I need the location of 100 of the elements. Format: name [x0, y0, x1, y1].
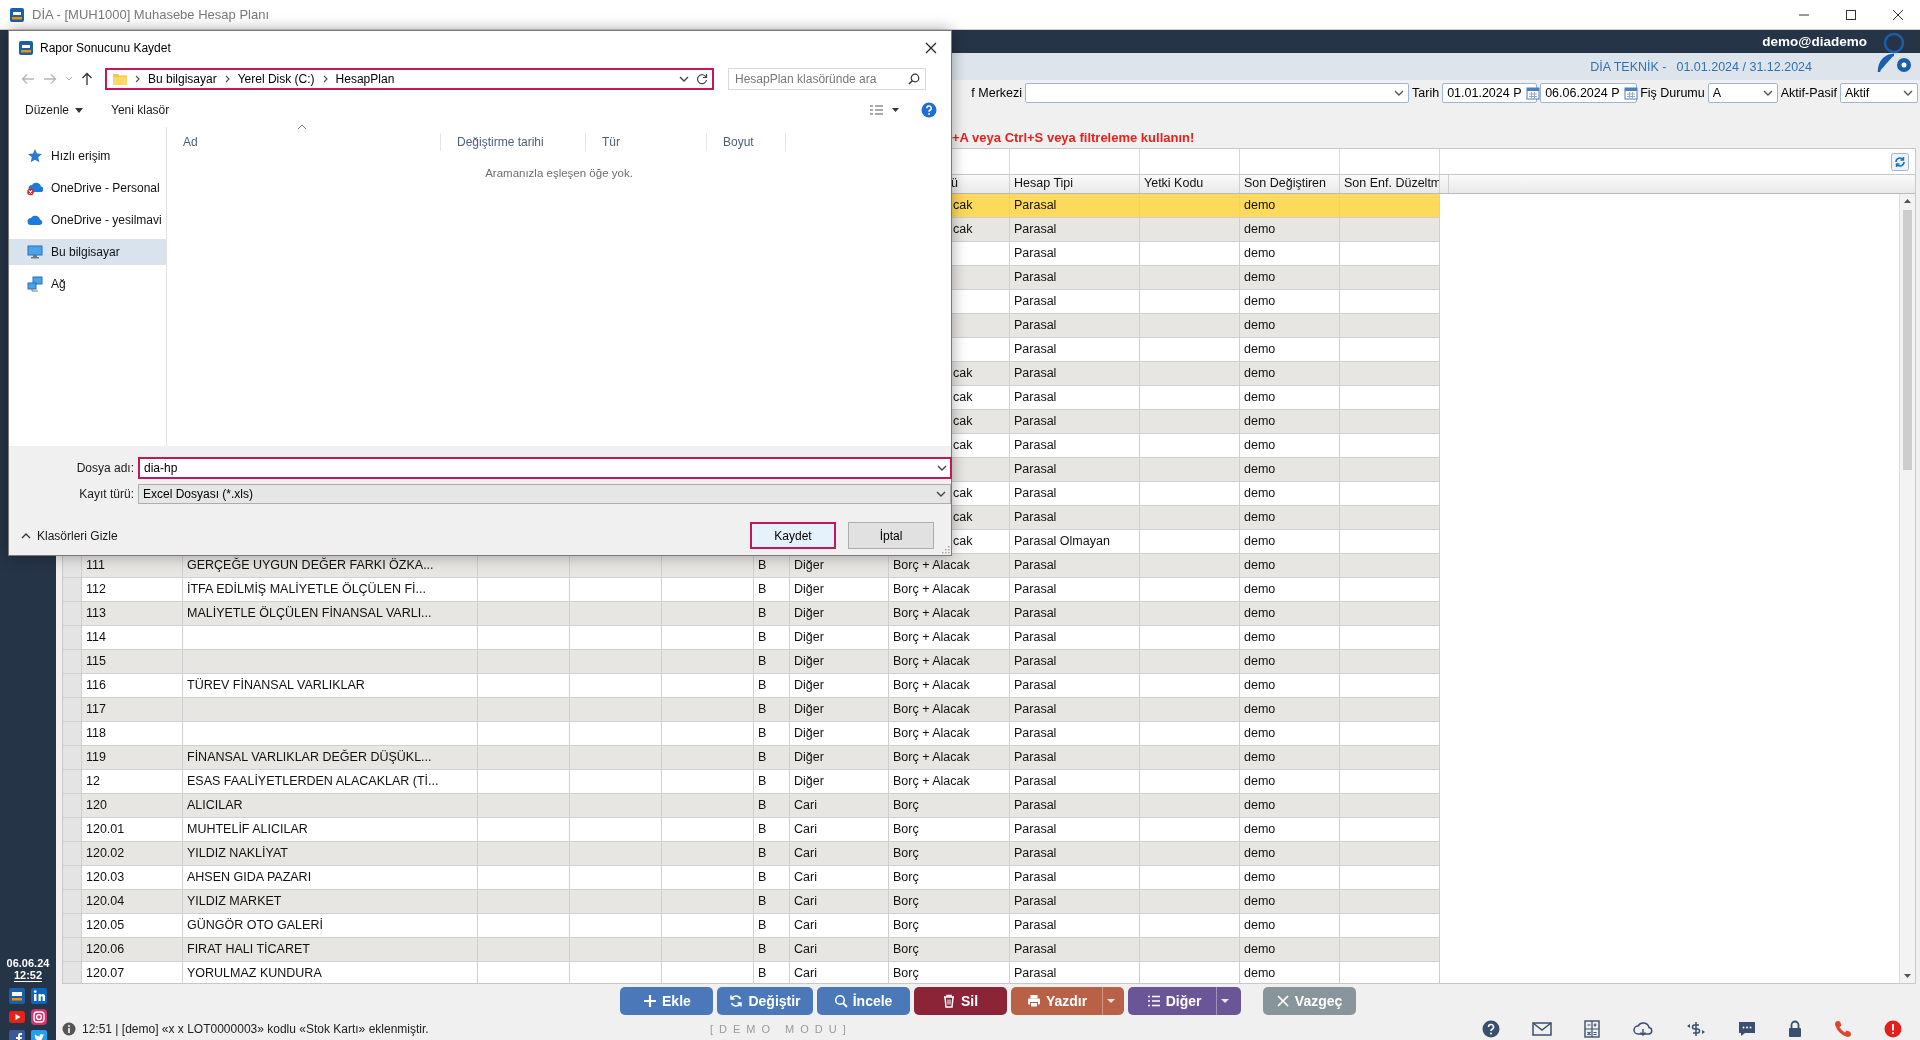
field-label: Dosya adı:	[75, 461, 135, 475]
scrollbar-thumb[interactable]	[1903, 210, 1912, 470]
calculator-icon[interactable]	[1584, 1020, 1600, 1038]
breadcrumb-item[interactable]: Bu bilgisayar	[148, 72, 217, 86]
refresh-icon	[729, 994, 744, 1008]
organize-button[interactable]: Düzenle	[21, 100, 88, 120]
table-row[interactable]: 119 FİNANSAL VARLIKLAR DEĞER DÜŞÜKL... B Diğer Borç + Alacak Parasal demo	[63, 746, 1440, 770]
social-link-icon[interactable]	[31, 988, 47, 1004]
table-row[interactable]: 120.01 MUHTELİF ALICILAR B Cari Borç Parasal demo	[63, 818, 1440, 842]
app-logo-icon	[10, 7, 24, 22]
column-header[interactable]: Son Değiştiren	[1240, 175, 1340, 193]
help-icon[interactable]	[1482, 1020, 1500, 1038]
chevron-icon	[134, 75, 141, 83]
company-name: DİA TEKNİK -	[1590, 59, 1667, 74]
dialog-button[interactable]: İptal	[848, 522, 934, 549]
maximize-button[interactable]	[1845, 8, 1857, 21]
view-options-icon[interactable]	[869, 104, 901, 116]
date-field[interactable]: 06.06.2024 P	[1540, 83, 1638, 103]
dropdown-field[interactable]: Aktif	[1840, 83, 1918, 103]
star-icon	[27, 148, 43, 164]
play-icon[interactable]	[9, 1009, 25, 1025]
calendar-icon	[1623, 86, 1638, 100]
table-row[interactable]: 115 B Diğer Borç + Alacak Parasal demo	[63, 650, 1440, 674]
column-header[interactable]: Ad	[167, 133, 441, 151]
address-bar[interactable]: Bu bilgisayar Yerel Disk (C:) HesapPlan	[105, 68, 714, 90]
table-row[interactable]: 120.07 YORULMAZ KUNDURA B Cari Borç Parasal demo	[63, 962, 1440, 983]
phone-icon[interactable]	[1834, 1020, 1852, 1038]
table-row[interactable]: 117 B Diğer Borç + Alacak Parasal demo	[63, 698, 1440, 722]
status-message: 12:51 | [demo] «x x LOT0000003» kodlu «Stok Kartı» eklenmiştir.	[82, 1022, 429, 1036]
row-selector[interactable]	[63, 554, 82, 578]
nav-item[interactable]: Ağ	[9, 271, 166, 297]
dropdown-field[interactable]: A	[1707, 83, 1778, 103]
help-icon[interactable]	[921, 102, 937, 118]
nav-item[interactable]: OneDrive - yesilmavi	[9, 207, 166, 233]
up-arrow-icon[interactable]	[81, 72, 93, 86]
table-row[interactable]: 120.02 YILDIZ NAKLİYAT B Cari Borç Parasal demo	[63, 842, 1440, 866]
nav-item[interactable]: Hızlı erişim	[9, 143, 166, 169]
breadcrumb-item[interactable]: Yerel Disk (C:)	[237, 72, 315, 86]
table-row[interactable]: 116 TÜREV FİNANSAL VARLIKLAR B Diğer Borç + Alacak Parasal demo	[63, 674, 1440, 698]
more-button[interactable]: Diğer	[1127, 987, 1241, 1015]
refresh-button[interactable]	[1891, 152, 1909, 171]
hide-folders-button[interactable]: Klasörleri Gizle	[21, 528, 118, 543]
camera-icon[interactable]	[31, 1009, 47, 1025]
time-text: 12:52	[13, 969, 43, 982]
column-header[interactable]: Yetki Kodu	[1140, 175, 1240, 193]
table-row[interactable]: 114 B Diğer Borç + Alacak Parasal demo	[63, 626, 1440, 650]
lock-icon[interactable]	[1788, 1020, 1802, 1038]
column-header[interactable]: Hesap Tipi	[1010, 175, 1140, 193]
table-row[interactable]: 120.03 AHSEN GIDA PAZARI B Cari Borç Parasal demo	[63, 866, 1440, 890]
chevron-down-icon[interactable]	[679, 75, 689, 83]
date-text: 06.06.24	[6, 957, 50, 969]
add-button[interactable]: Ekle	[620, 987, 714, 1015]
scroll-down-arrow-icon[interactable]	[1903, 972, 1912, 980]
delete-button[interactable]: Sil	[913, 987, 1007, 1015]
close-button[interactable]	[925, 42, 937, 54]
chevron-down-icon[interactable]	[937, 464, 947, 472]
table-row[interactable]: 118 B Diğer Borç + Alacak Parasal demo	[63, 722, 1440, 746]
chat-icon[interactable]	[1738, 1021, 1756, 1037]
dropdown-field[interactable]	[1025, 83, 1410, 103]
resize-grip-icon[interactable]	[942, 546, 950, 554]
table-row[interactable]: 120 ALICILAR B Cari Borç Parasal demo	[63, 794, 1440, 818]
table-row[interactable]: 120.06 FIRAT HALI TİCARET B Cari Borç Parasal demo	[63, 938, 1440, 962]
table-row[interactable]: 120.04 YILDIZ MARKET B Cari Borç Parasal demo	[63, 890, 1440, 914]
back-arrow-icon[interactable]	[21, 73, 35, 85]
alert-icon[interactable]	[1884, 1020, 1902, 1038]
file-type-dropdown[interactable]: Excel Dosyası (*.xls)	[138, 484, 951, 504]
table-row[interactable]: 112 İTFA EDİLMİŞ MALİYETLE ÖLÇÜLEN Fİ... B Diğer Borç + Alacak Parasal demo	[63, 578, 1440, 602]
table-row[interactable]: 120.05 GÜNGÖR OTO GALERİ B Cari Borç Parasal demo	[63, 914, 1440, 938]
nav-item[interactable]: OneDrive - Personal	[9, 175, 166, 201]
edit-button[interactable]: Değiştir	[717, 987, 813, 1015]
search-field[interactable]: HesapPlan klasöründe ara	[728, 68, 926, 90]
table-row[interactable]: 12 ESAS FAALİYETLERDEN ALACAKLAR (Tİ... B Diğer Borç + Alacak Parasal demo	[63, 770, 1440, 794]
new-folder-button[interactable]: Yeni klasör	[107, 100, 174, 120]
table-cell: Parasal	[1010, 962, 1140, 983]
scrollbar[interactable]	[1899, 194, 1915, 983]
close-button[interactable]	[1892, 8, 1904, 21]
mail-icon[interactable]	[1532, 1022, 1552, 1036]
column-header[interactable]: Değiştirme tarihi	[441, 133, 586, 151]
app-logo-icon	[19, 41, 33, 55]
field-label: Fiş Durumu	[1640, 86, 1705, 100]
cloud-icon[interactable]	[1632, 1021, 1654, 1037]
sort-caret-icon	[297, 124, 307, 130]
nav-item[interactable]: Bu bilgisayar	[9, 239, 166, 265]
column-header[interactable]: Boyut	[707, 133, 786, 151]
dialog-button[interactable]: Kaydet	[750, 522, 836, 549]
table-row[interactable]: 113 MALİYETLE ÖLÇÜLEN FİNANSAL VARLI... B Diğer Borç + Alacak Parasal demo	[63, 602, 1440, 626]
breadcrumb-item[interactable]: HesapPlan	[335, 72, 395, 86]
inspect-button[interactable]: İncele	[816, 987, 910, 1015]
forward-arrow-icon[interactable]	[43, 73, 57, 85]
refresh-icon[interactable]	[696, 73, 708, 85]
square-logo-icon[interactable]	[9, 988, 25, 1004]
currency-icon[interactable]	[1686, 1020, 1706, 1038]
scroll-up-arrow-icon[interactable]	[1903, 197, 1912, 205]
calendar-icon	[1525, 86, 1540, 100]
table-row[interactable]: 111 GERÇEĞE UYGUN DEĞER FARKI ÖZKA... B Diğer Borç + Alacak Parasal demo	[63, 554, 1440, 578]
date-field[interactable]: 01.01.2024 P	[1442, 83, 1538, 103]
table-cell: 120.07	[82, 962, 183, 983]
column-header[interactable]: Tür	[586, 133, 707, 151]
print-button[interactable]: Yazdır	[1010, 987, 1124, 1015]
file-name-field[interactable]: dia-hp	[138, 457, 952, 479]
